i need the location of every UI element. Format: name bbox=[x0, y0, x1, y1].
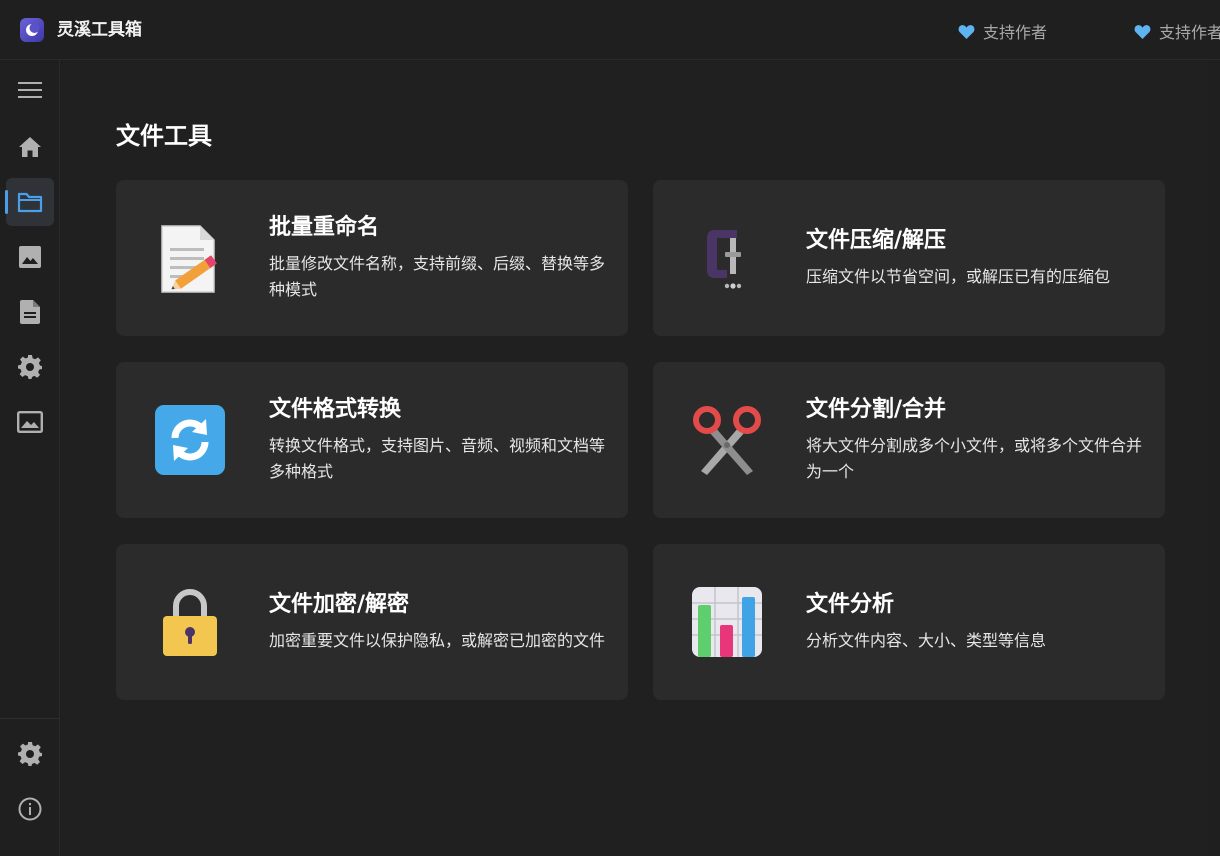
card-description: 转换文件格式，支持图片、音频、视频和文档等多种格式 bbox=[269, 436, 606, 481]
title-bar: 灵溪工具箱 支持作者 支持作者 bbox=[0, 0, 1220, 60]
info-icon bbox=[18, 797, 42, 821]
sidebar-menu-toggle[interactable] bbox=[6, 66, 54, 114]
tool-card-compress[interactable]: 文件压缩/解压 压缩文件以节省空间，或解压已有的压缩包 bbox=[653, 180, 1165, 336]
card-title: 批量重命名 bbox=[269, 215, 380, 240]
picture-frame-icon bbox=[17, 411, 43, 433]
sidebar-item-about[interactable] bbox=[6, 785, 54, 833]
sidebar-item-gallery[interactable] bbox=[6, 398, 54, 446]
bar-chart-icon bbox=[689, 584, 765, 660]
card-description: 批量修改文件名称，支持前缀、后缀、替换等多种模式 bbox=[269, 254, 606, 299]
card-title: 文件压缩/解压 bbox=[806, 228, 947, 253]
scissors-icon bbox=[689, 402, 765, 478]
tool-card-format-convert[interactable]: 文件格式转换 转换文件格式，支持图片、音频、视频和文档等多种格式 bbox=[116, 362, 628, 518]
tool-card-encrypt[interactable]: 文件加密/解密 加密重要文件以保护隐私，或解密已加密的文件 bbox=[116, 544, 628, 700]
home-icon bbox=[19, 137, 41, 157]
card-description: 将大文件分割成多个小文件，或将多个文件合并为一个 bbox=[806, 436, 1143, 481]
support-author-button-2[interactable]: 支持作者 bbox=[1134, 20, 1220, 42]
app-title: 灵溪工具箱 bbox=[57, 20, 142, 40]
sidebar-item-settings[interactable] bbox=[6, 730, 54, 778]
sidebar bbox=[0, 60, 60, 856]
card-title: 文件格式转换 bbox=[269, 397, 402, 422]
page-title: 文件工具 bbox=[116, 122, 212, 150]
document-icon bbox=[20, 300, 40, 324]
card-title: 文件加密/解密 bbox=[269, 592, 410, 617]
clamp-icon bbox=[689, 220, 765, 296]
sidebar-item-system-tools[interactable] bbox=[6, 343, 54, 391]
sidebar-divider bbox=[0, 718, 60, 719]
card-title: 文件分析 bbox=[806, 592, 895, 617]
hamburger-menu-icon bbox=[18, 82, 42, 98]
settings-gear-icon bbox=[18, 742, 42, 766]
tool-card-split-merge[interactable]: 文件分割/合并 将大文件分割成多个小文件，或将多个文件合并为一个 bbox=[653, 362, 1165, 518]
support-author-label: 支持作者 bbox=[983, 23, 1048, 42]
support-author-button[interactable]: 支持作者 bbox=[958, 20, 1047, 42]
card-description: 加密重要文件以保护隐私，或解密已加密的文件 bbox=[269, 631, 606, 650]
card-description: 压缩文件以节省空间，或解压已有的压缩包 bbox=[806, 267, 1111, 286]
support-author-label: 支持作者 bbox=[1159, 23, 1220, 42]
app-logo-icon bbox=[20, 18, 44, 42]
tool-card-analysis[interactable]: 文件分析 分析文件内容、大小、类型等信息 bbox=[653, 544, 1165, 700]
sidebar-item-home[interactable] bbox=[6, 123, 54, 171]
refresh-arrows-icon bbox=[152, 402, 228, 478]
heart-icon bbox=[1134, 24, 1151, 39]
memo-pencil-icon bbox=[152, 220, 228, 296]
image-icon bbox=[19, 246, 41, 268]
tool-card-batch-rename[interactable]: 批量重命名 批量修改文件名称，支持前缀、后缀、替换等多种模式 bbox=[116, 180, 628, 336]
folder-icon bbox=[17, 192, 43, 213]
sidebar-item-document-tools[interactable] bbox=[6, 288, 54, 336]
sidebar-item-file-tools[interactable] bbox=[5, 178, 54, 226]
padlock-icon bbox=[152, 584, 228, 660]
heart-icon bbox=[958, 24, 975, 39]
sidebar-item-image-tools[interactable] bbox=[6, 233, 54, 281]
main-content: 文件工具 批量重命名 批量修改文件名称，支持前缀、后缀、替换等多种模式 文件压缩… bbox=[61, 61, 1208, 856]
card-description: 分析文件内容、大小、类型等信息 bbox=[806, 631, 1047, 650]
card-title: 文件分割/合并 bbox=[806, 397, 947, 422]
gear-icon bbox=[18, 355, 42, 379]
